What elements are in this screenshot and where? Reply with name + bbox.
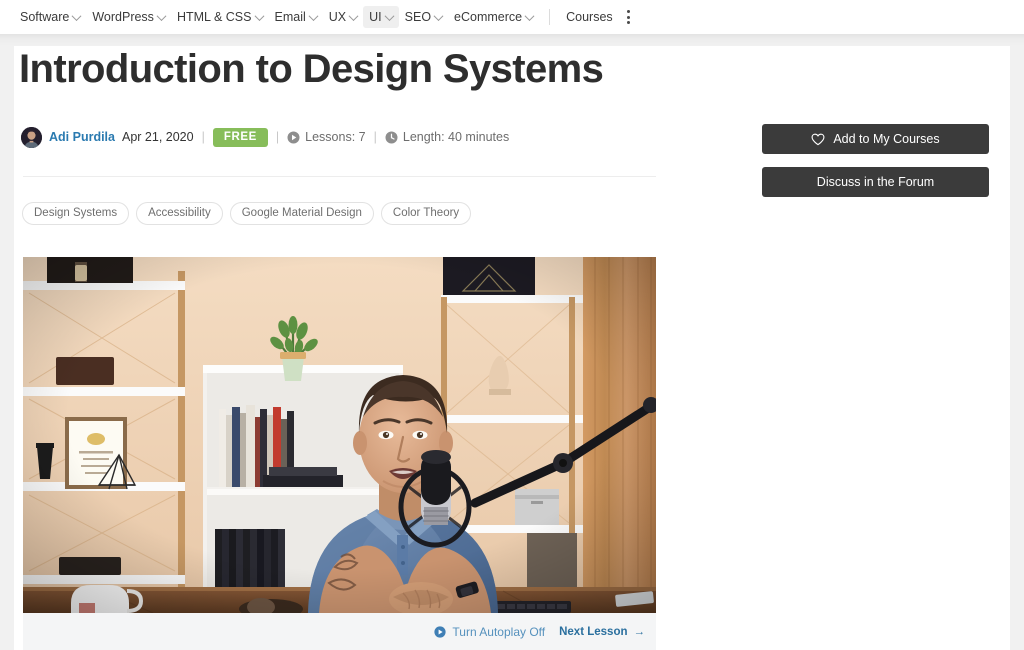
publish-date: Apr 21, 2020 (121, 130, 194, 144)
nav-item-email[interactable]: Email (269, 6, 323, 28)
kebab-dot (626, 10, 630, 13)
nav-item-software[interactable]: Software (14, 6, 86, 28)
course-length: Length: 40 minutes (385, 130, 509, 144)
toggle-autoplay-button[interactable]: Turn Autoplay Off (434, 625, 545, 639)
nav-label: Email (274, 10, 306, 24)
course-actions: Add to My Courses Discuss in the Forum (762, 124, 989, 210)
course-meta-row: Adi Purdila Apr 21, 2020 | FREE | Lesson… (21, 126, 509, 148)
meta-separator: | (201, 130, 205, 144)
lessons-label: Lessons: 7 (305, 130, 366, 144)
next-lesson-label: Next Lesson (559, 625, 628, 638)
top-navigation-bar: Software WordPress HTML & CSS Email UX U… (0, 0, 1024, 46)
nav-item-ux[interactable]: UX (323, 6, 363, 28)
page-root: Software WordPress HTML & CSS Email UX U… (0, 0, 1024, 650)
chevron-down-icon (156, 10, 167, 21)
autoplay-label: Turn Autoplay Off (452, 624, 546, 639)
chevron-down-icon (308, 10, 319, 21)
nav-divider (549, 9, 551, 25)
chevron-down-icon (384, 10, 395, 21)
length-label: Length: 40 minutes (402, 130, 510, 144)
kebab-menu-icon[interactable] (619, 5, 638, 29)
avatar (21, 126, 42, 148)
section-divider (23, 176, 656, 177)
discuss-in-forum-button[interactable]: Discuss in the Forum (762, 167, 989, 197)
tag-chip[interactable]: Color Theory (380, 202, 472, 225)
page-title: Introduction to Design Systems (19, 47, 604, 91)
page-content: Introduction to Design Systems Adi Purdi… (14, 34, 1010, 650)
video-frame (23, 257, 656, 613)
add-to-my-courses-label: Add to My Courses (833, 132, 940, 146)
course-video-section: Turn Autoplay Off Next Lesson → (23, 257, 656, 650)
nav-item-wordpress[interactable]: WordPress (86, 6, 171, 28)
tag-chip[interactable]: Google Material Design (229, 202, 374, 225)
tag-list: Design Systems Accessibility Google Mate… (22, 202, 472, 225)
lessons-count: Lessons: 7 (287, 130, 366, 144)
chevron-down-icon (71, 10, 82, 21)
tag-chip[interactable]: Design Systems (22, 202, 130, 225)
nav-label: WordPress (92, 10, 154, 24)
nav-item-seo[interactable]: SEO (399, 6, 448, 28)
tag-chip[interactable]: Accessibility (136, 202, 223, 225)
kebab-dot (626, 21, 630, 24)
add-to-my-courses-button[interactable]: Add to My Courses (762, 124, 989, 154)
next-lesson-button[interactable]: Next Lesson → (559, 626, 645, 638)
discuss-in-forum-label: Discuss in the Forum (816, 175, 935, 189)
chevron-down-icon (433, 10, 444, 21)
video-footer-bar: Turn Autoplay Off Next Lesson → (23, 613, 656, 650)
nav-label: SEO (404, 10, 432, 24)
nav-label: UI (369, 10, 382, 24)
clock-icon (385, 131, 398, 143)
nav-label: eCommerce (454, 10, 523, 24)
arrow-right-icon: → (633, 625, 646, 638)
play-circle-icon (434, 625, 446, 638)
nav-item-ecommerce[interactable]: eCommerce (448, 6, 539, 28)
meta-separator: | (275, 130, 280, 144)
nav-label: HTML & CSS (176, 10, 252, 24)
chevron-down-icon (524, 10, 535, 21)
chevron-down-icon (254, 10, 264, 21)
status-badge: FREE (212, 127, 268, 147)
kebab-dot (626, 15, 630, 19)
nav-label: Courses (566, 10, 613, 24)
nav-item-courses[interactable]: Courses (560, 6, 619, 28)
meta-separator: | (373, 130, 377, 144)
nav-item-ui[interactable]: UI (363, 6, 399, 28)
nav-label: UX (328, 10, 347, 24)
nav-label: Software (20, 10, 70, 24)
video-player[interactable] (23, 257, 656, 613)
nav-item-html-css[interactable]: HTML & CSS (171, 6, 269, 28)
chevron-down-icon (348, 10, 359, 21)
play-circle-icon (287, 131, 300, 143)
heart-outline-icon (811, 133, 825, 145)
author-link[interactable]: Adi Purdila (49, 130, 115, 144)
